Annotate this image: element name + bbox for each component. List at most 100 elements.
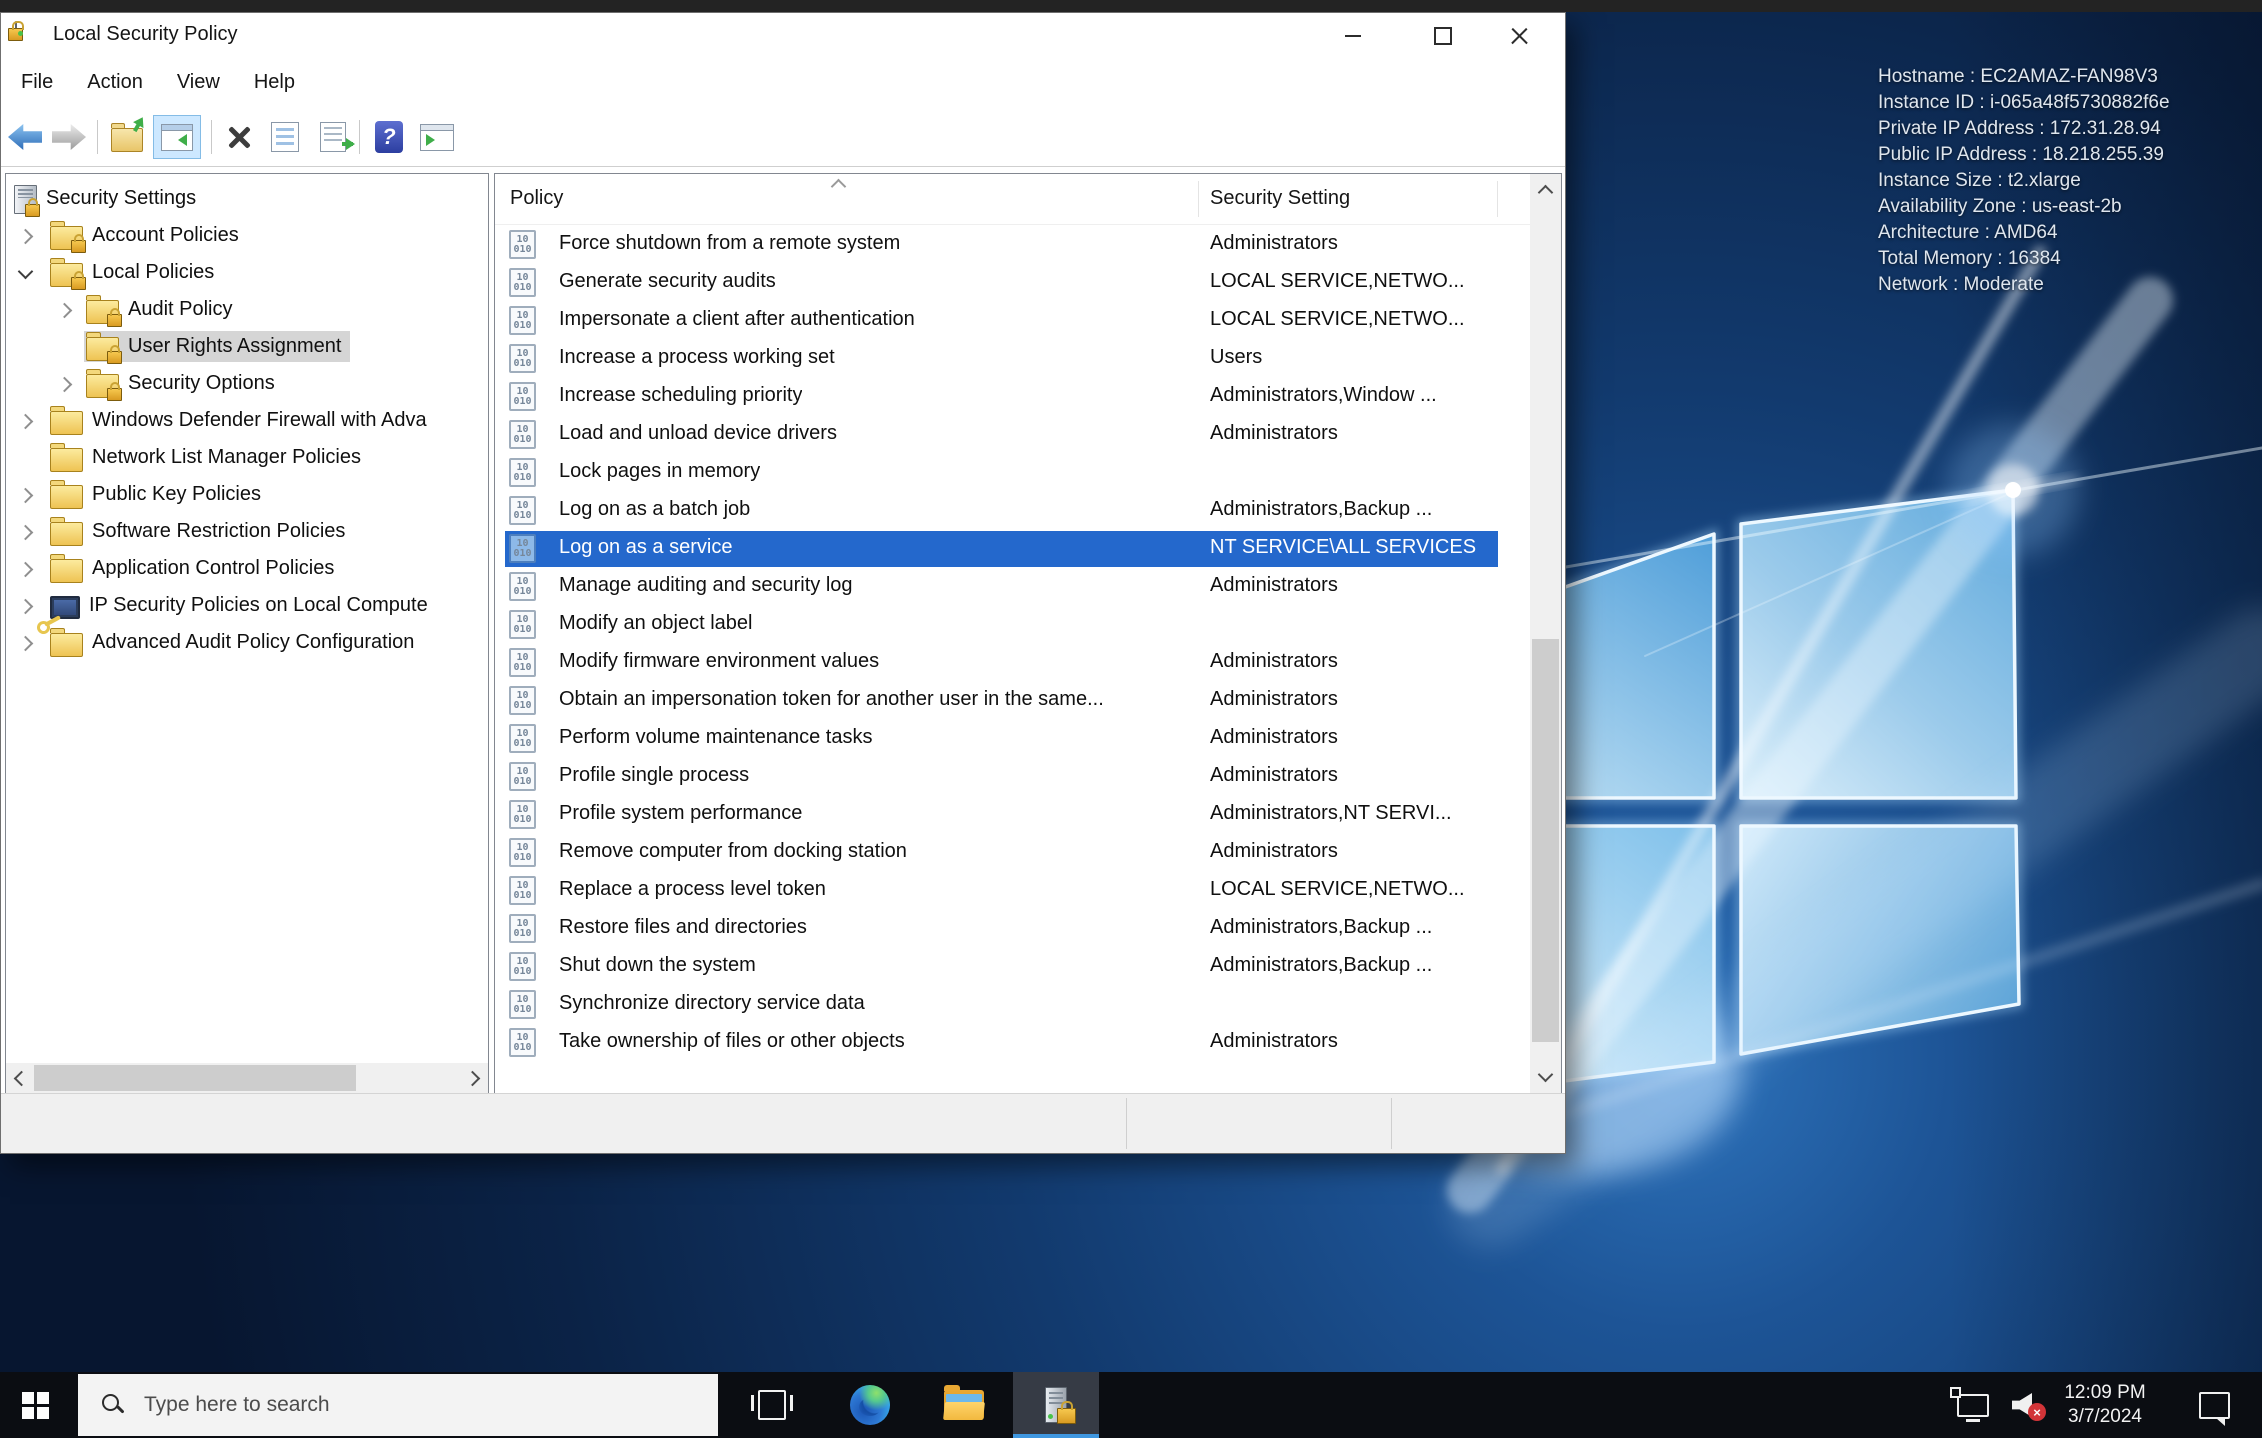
expand-chevron-icon[interactable] <box>17 413 34 430</box>
volume-tray-button[interactable]: × <box>2000 1372 2050 1438</box>
taskbar-search[interactable] <box>78 1374 718 1436</box>
policy-row-take-ownership-of-files-or-other-objects[interactable]: 10 010 Take ownership of files or other ob… <box>495 1024 1530 1062</box>
menu-action[interactable]: Action <box>87 71 143 94</box>
expand-chevron-icon[interactable] <box>17 561 34 578</box>
tree-item-audit-policy[interactable]: Audit Policy <box>6 291 488 328</box>
local-security-policy-taskbar-button[interactable] <box>1013 1372 1099 1438</box>
properties-button[interactable] <box>263 115 307 159</box>
search-input[interactable] <box>142 1374 696 1436</box>
policy-row-impersonate-a-client-after-authenticatio[interactable]: 10 010 Impersonate a client after authenti… <box>495 302 1530 340</box>
horizontal-scrollbar-thumb[interactable] <box>34 1065 356 1091</box>
edge-browser-button[interactable] <box>834 1372 906 1438</box>
policy-row-profile-system-performance[interactable]: 10 010 Profile system performance Administr… <box>495 796 1530 834</box>
minimize-button[interactable] <box>1321 13 1385 59</box>
folder-icon <box>50 443 83 472</box>
tree-item-label: Security Settings <box>46 187 197 209</box>
folder-icon <box>50 628 83 657</box>
policy-row-perform-volume-maintenance-tasks[interactable]: 10 010 Perform volume maintenance tasks Adm… <box>495 720 1530 758</box>
tree-item-account-policies[interactable]: Account Policies <box>6 217 488 254</box>
folder-lock-icon <box>86 369 122 401</box>
policy-name: Profile system performance <box>559 802 803 824</box>
delete-button[interactable] <box>217 115 261 159</box>
tree-item-application-control-policies[interactable]: Application Control Policies <box>6 550 488 587</box>
policy-row-remove-computer-from-docking-station[interactable]: 10 010 Remove computer from docking statio… <box>495 834 1530 872</box>
policy-row-log-on-as-a-batch-job[interactable]: 10 010 Log on as a batch job Administrators… <box>495 492 1530 530</box>
menu-help[interactable]: Help <box>254 71 295 94</box>
policy-row-log-on-as-a-service[interactable]: 10 010 Log on as a service NT SERVICE\ALL S… <box>495 530 1530 568</box>
folder-up-icon <box>111 118 143 152</box>
policy-row-lock-pages-in-memory[interactable]: 10 010 Lock pages in memory <box>495 454 1530 492</box>
tree-item-public-key-policies[interactable]: Public Key Policies <box>6 476 488 513</box>
tree-item-security-options[interactable]: Security Options <box>6 365 488 402</box>
expand-chevron-icon[interactable] <box>17 635 34 652</box>
policy-row-restore-files-and-directories[interactable]: 10 010 Restore files and directories Admini… <box>495 910 1530 948</box>
policy-name: Perform volume maintenance tasks <box>559 726 873 748</box>
vertical-scrollbar[interactable] <box>1530 174 1561 1093</box>
expand-chevron-icon[interactable] <box>17 487 34 504</box>
taskbar-clock[interactable]: 12:09 PM 3/7/2024 <box>2046 1372 2164 1438</box>
expand-chevron-icon[interactable] <box>17 524 34 541</box>
scroll-right-arrow-icon[interactable] <box>464 1070 481 1087</box>
tree-item-ip-security-policies-on-local-compute[interactable]: IP Security Policies on Local Compute <box>6 587 488 627</box>
security-setting-value: Administrators <box>1210 726 1338 748</box>
policy-row-obtain-an-impersonation-token-for-anothe[interactable]: 10 010 Obtain an impersonation token for a… <box>495 682 1530 720</box>
network-tray-button[interactable] <box>1948 1372 1998 1438</box>
security-setting-value: Administrators <box>1210 422 1338 444</box>
tree-item-label: Account Policies <box>92 224 239 246</box>
export-button[interactable] <box>105 115 149 159</box>
minimize-icon <box>1345 35 1361 37</box>
policy-row-modify-firmware-environment-values[interactable]: 10 010 Modify firmware environment values A… <box>495 644 1530 682</box>
horizontal-scrollbar[interactable] <box>6 1063 488 1093</box>
expand-chevron-icon[interactable] <box>17 228 34 245</box>
file-explorer-button[interactable] <box>928 1372 1000 1438</box>
policy-row-replace-a-process-level-token[interactable]: 10 010 Replace a process level token LOCAL … <box>495 872 1530 910</box>
policy-row-increase-a-process-working-set[interactable]: 10 010 Increase a process working set Users <box>495 340 1530 378</box>
show-hide-action-pane-button[interactable] <box>415 115 459 159</box>
policy-row-shut-down-the-system[interactable]: 10 010 Shut down the system Administrators,… <box>495 948 1530 986</box>
collapse-chevron-icon[interactable] <box>17 263 34 280</box>
policy-row-manage-auditing-and-security-log[interactable]: 10 010 Manage auditing and security log Adm… <box>495 568 1530 606</box>
vertical-scrollbar-thumb[interactable] <box>1532 639 1559 1042</box>
policy-row-increase-scheduling-priority[interactable]: 10 010 Increase scheduling priority Adminis… <box>495 378 1530 416</box>
menu-view[interactable]: View <box>177 71 220 94</box>
action-center-button[interactable] <box>2186 1372 2242 1438</box>
back-button[interactable] <box>3 115 47 159</box>
help-button[interactable] <box>367 115 411 159</box>
expand-chevron-icon[interactable] <box>17 598 34 615</box>
security-setting-value: LOCAL SERVICE,NETWO... <box>1210 308 1465 330</box>
edge-icon <box>850 1385 890 1425</box>
expand-chevron-icon[interactable] <box>56 302 73 319</box>
policy-doc-icon: 10 010 <box>509 876 536 905</box>
scroll-left-arrow-icon[interactable] <box>13 1070 30 1087</box>
scroll-down-arrow-icon[interactable] <box>1537 1066 1554 1083</box>
forward-button[interactable] <box>47 115 91 159</box>
tree-item-local-policies[interactable]: Local Policies <box>6 254 488 291</box>
file-explorer-icon <box>943 1385 985 1420</box>
tree-item-network-list-manager-policies[interactable]: Network List Manager Policies <box>6 439 488 476</box>
system-info-line: Architecture : AMD64 <box>1878 222 2058 243</box>
menu-file[interactable]: File <box>21 71 53 94</box>
back-arrow-icon <box>8 124 42 150</box>
close-button[interactable] <box>1487 13 1551 59</box>
policy-row-profile-single-process[interactable]: 10 010 Profile single process Administrator… <box>495 758 1530 796</box>
scroll-up-arrow-icon[interactable] <box>1537 184 1554 201</box>
security-setting-value: LOCAL SERVICE,NETWO... <box>1210 878 1465 900</box>
tree-item-user-rights-assignment[interactable]: User Rights Assignment <box>6 328 488 365</box>
computer-lock-icon <box>14 185 40 217</box>
export-list-button[interactable] <box>311 115 355 159</box>
tree-item-advanced-audit-policy-configuration[interactable]: Advanced Audit Policy Configuration <box>6 624 488 661</box>
tree-item-software-restriction-policies[interactable]: Software Restriction Policies <box>6 513 488 550</box>
policy-name: Synchronize directory service data <box>559 992 865 1014</box>
policy-row-load-and-unload-device-drivers[interactable]: 10 010 Load and unload device drivers Admin… <box>495 416 1530 454</box>
tree-item-security-settings[interactable]: Security Settings <box>6 180 488 217</box>
start-button[interactable] <box>0 1372 70 1438</box>
maximize-button[interactable] <box>1411 13 1475 59</box>
show-hide-console-tree-button[interactable] <box>153 115 201 159</box>
policy-row-force-shutdown-from-a-remote-system[interactable]: 10 010 Force shutdown from a remote system… <box>495 226 1530 264</box>
policy-row-generate-security-audits[interactable]: 10 010 Generate security audits LOCAL SERVI… <box>495 264 1530 302</box>
policy-row-synchronize-directory-service-data[interactable]: 10 010 Synchronize directory service data <box>495 986 1530 1024</box>
expand-chevron-icon[interactable] <box>56 376 73 393</box>
tree-item-windows-defender-firewall-with-adva[interactable]: Windows Defender Firewall with Adva <box>6 402 488 439</box>
task-view-button[interactable] <box>742 1372 802 1438</box>
policy-row-modify-an-object-label[interactable]: 10 010 Modify an object label <box>495 606 1530 644</box>
